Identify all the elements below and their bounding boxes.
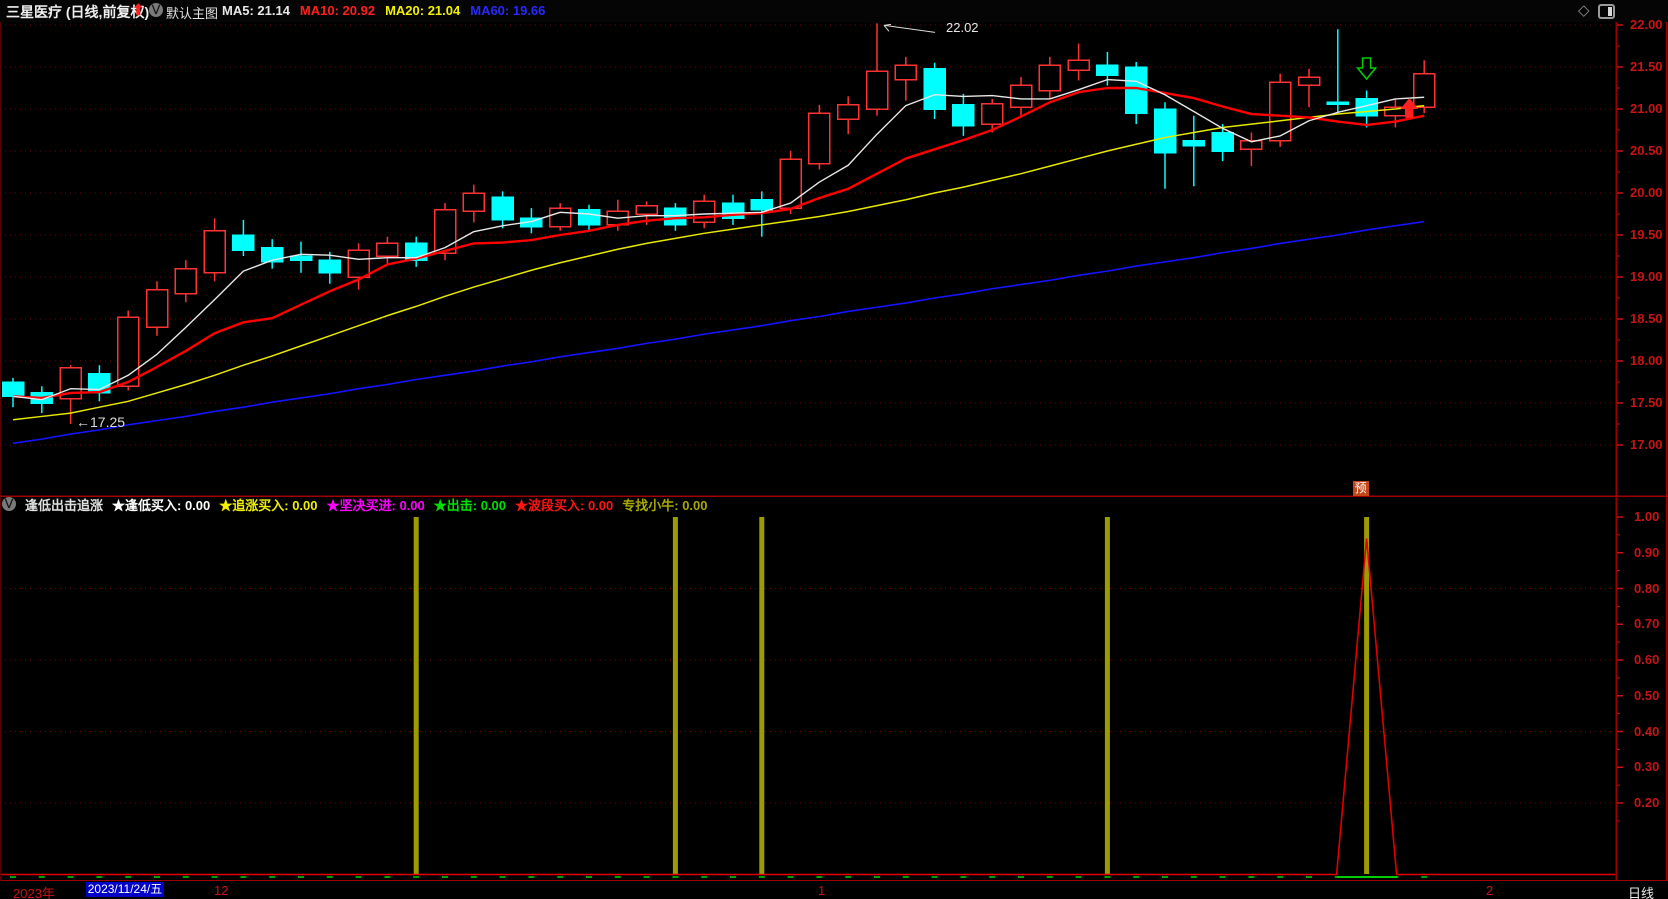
price-axis-label: 19.50	[1630, 227, 1663, 242]
indicator-axis-label: 0.60	[1634, 652, 1660, 667]
indicator-axis-label: 0.50	[1634, 687, 1660, 703]
up-arrow-icon: ⬆	[132, 2, 145, 19]
price-axis-label: 18.00	[1630, 353, 1663, 368]
date-box: 2023/11/24/五	[86, 882, 164, 897]
year-label: 2023年	[13, 886, 55, 899]
chart-canvas[interactable]	[0, 0, 1668, 899]
indicator-legend-item: ★出击: 0.00	[433, 497, 507, 513]
price-axis-label: 19.00	[1630, 269, 1663, 284]
indicator-legend-item: ★坚决买进: 0.00	[326, 497, 425, 513]
indicator-axis-label: 0.90	[1634, 544, 1660, 560]
month-label: 12	[214, 883, 229, 898]
indicator-legend-item: 逢低出击追涨	[25, 497, 104, 513]
trading-app-window: 三星医疗 (日线,前复权) ⬆ ⋁ 默认主图 MA5: 21.14 MA10: 2…	[0, 0, 1668, 899]
indicator-axis-label: 1.00	[1634, 509, 1660, 524]
alert-badge: 预	[1352, 481, 1369, 496]
price-axis-label: 17.00	[1630, 437, 1663, 452]
high-annotation: 22.02	[946, 20, 979, 35]
indicator-axis-label: 0.30	[1634, 759, 1660, 775]
price-axis-label: 21.00	[1630, 101, 1663, 116]
price-axis-label: 22.00	[1630, 17, 1663, 32]
price-axis-label: 20.50	[1630, 143, 1663, 158]
ma-legend-item: MA20: 21.04	[385, 3, 461, 18]
indicator-legend-item: 专找小牛: 0.00	[622, 497, 708, 513]
chevron-circle-icon[interactable]: ⋁	[2, 497, 16, 511]
price-axis-label: 21.50	[1630, 59, 1663, 74]
indicator-axis-label: 0.20	[1634, 795, 1660, 810]
ma-legend-item: MA5: 21.14	[222, 3, 290, 18]
timeline-bar[interactable]: 2023年 2023/11/24/五 日线 12 1 2	[0, 881, 1668, 899]
indicator-axis-label: 0.80	[1634, 580, 1660, 596]
chevron-circle-icon[interactable]: ⋁	[149, 3, 163, 17]
indicator-legend-item: ★追涨买入: 0.00	[219, 497, 318, 513]
overlay-label[interactable]: 默认主图	[166, 3, 218, 22]
indicator-axis-label: 0.70	[1634, 616, 1660, 632]
period-label[interactable]: 日线	[1628, 883, 1654, 899]
indicator-header: ⋁ 逢低出击追涨 ★逢低买入: 0.00 ★追涨买入: 0.00 ★坚决买进: 0.0…	[2, 495, 708, 513]
diamond-icon[interactable]: ◇	[1578, 1, 1590, 19]
top-bar: 三星医疗 (日线,前复权) ⬆ ⋁ 默认主图 MA5: 21.14 MA10: 2…	[0, 0, 1668, 22]
indicator-legend-item: ★波段买入: 0.00	[515, 497, 614, 513]
price-axis-label: 17.50	[1630, 395, 1663, 410]
indicator-axis-label: 0.40	[1634, 723, 1660, 739]
ma-legend-item: MA10: 20.92	[299, 3, 376, 18]
low-annotation: ←17.25	[76, 414, 126, 430]
month-label: 2	[1486, 883, 1494, 898]
month-label: 1	[818, 883, 826, 898]
panel-toggle-icon[interactable]	[1598, 4, 1615, 19]
price-axis-label: 20.00	[1630, 185, 1663, 200]
indicator-legend-item: ★逢低买入: 0.00	[112, 497, 211, 513]
price-axis-label: 18.50	[1630, 311, 1663, 326]
ma-legend: MA5: 21.14 MA10: 20.92 MA20: 21.04 MA60: 19…	[222, 3, 545, 18]
ma-legend-item: MA60: 19.66	[470, 3, 546, 18]
stock-title: 三星医疗 (日线,前复权)	[6, 4, 150, 20]
